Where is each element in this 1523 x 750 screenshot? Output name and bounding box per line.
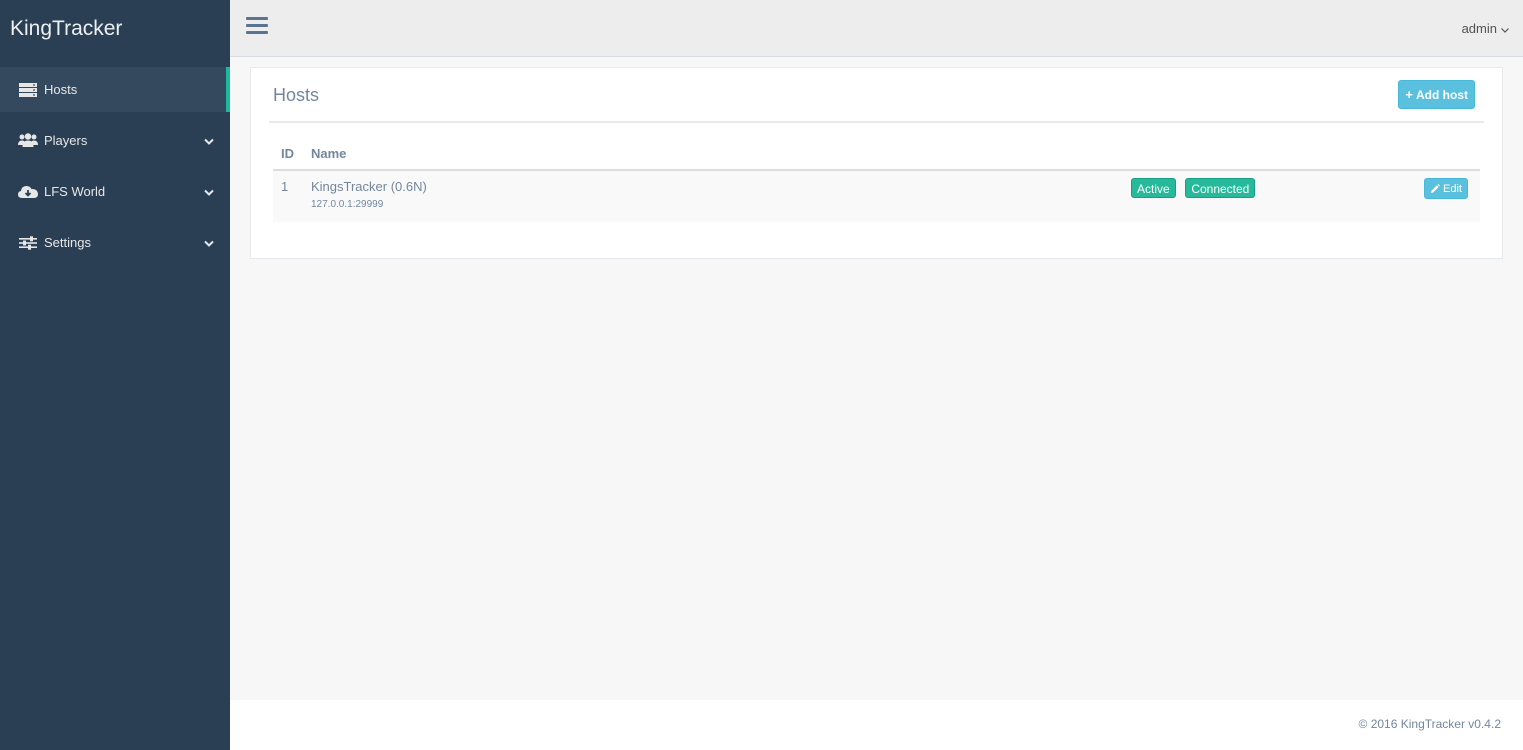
column-header-status: [1123, 138, 1372, 171]
cloud-download-icon: [18, 184, 38, 200]
users-icon: [18, 133, 38, 149]
sidebar-item-label: LFS World: [44, 184, 106, 199]
host-address: 127.0.0.1:29999: [311, 199, 384, 210]
panel-divider: [269, 121, 1484, 123]
sidebar-item-lfs-world[interactable]: LFS World: [0, 169, 230, 214]
column-header-actions: [1371, 138, 1480, 171]
sidebar-item-players[interactable]: Players: [0, 118, 230, 163]
host-name: KingsTracker (0.6N): [311, 179, 427, 194]
footer-copyright: © 2016 KingTracker v0.4.2: [1358, 717, 1501, 731]
hosts-panel: Hosts + Add host ID Name 1 KingsTracker …: [250, 67, 1503, 259]
plus-icon: +: [1405, 87, 1413, 102]
page-title: Hosts: [273, 85, 320, 105]
sidebar-item-hosts[interactable]: Hosts: [0, 67, 230, 112]
column-header-id: ID: [273, 138, 303, 171]
sliders-icon: [18, 235, 38, 251]
chevron-down-icon: [204, 184, 214, 199]
sidebar-item-label: Players: [44, 133, 88, 148]
sidebar: KingTracker Hosts Players LFS World Sett…: [0, 0, 230, 750]
hamburger-icon[interactable]: [246, 17, 268, 37]
user-name: admin: [1461, 21, 1497, 36]
host-actions-cell: Edit: [1371, 170, 1480, 222]
footer: © 2016 KingTracker v0.4.2: [230, 700, 1523, 750]
sidebar-menu: Hosts Players LFS World Settings: [0, 67, 230, 265]
status-badge-active: Active: [1131, 178, 1176, 198]
host-id: 1: [273, 170, 303, 222]
host-status-cell: Active Connected: [1123, 170, 1372, 222]
add-host-label: Add host: [1416, 87, 1468, 102]
user-menu[interactable]: admin: [1462, 21, 1509, 36]
pencil-icon: [1431, 183, 1441, 193]
server-icon: [18, 82, 38, 98]
sidebar-item-label: Hosts: [44, 82, 78, 97]
chevron-down-icon: [1501, 21, 1509, 36]
edit-host-button[interactable]: Edit: [1424, 178, 1468, 199]
top-nav: admin: [230, 0, 1523, 57]
app-brand[interactable]: KingTracker: [0, 0, 230, 57]
host-name-cell: KingsTracker (0.6N) 127.0.0.1:29999: [303, 170, 1123, 222]
hosts-table: ID Name 1 KingsTracker (0.6N) 127.0.0.1:…: [273, 138, 1480, 222]
edit-label: Edit: [1443, 182, 1462, 195]
chevron-down-icon: [204, 235, 214, 250]
status-badge-connected: Connected: [1185, 178, 1256, 198]
add-host-button[interactable]: + Add host: [1398, 80, 1475, 109]
table-row: 1 KingsTracker (0.6N) 127.0.0.1:29999 Ac…: [273, 170, 1480, 222]
chevron-down-icon: [204, 133, 214, 148]
sidebar-item-settings[interactable]: Settings: [0, 220, 230, 265]
table-header-row: ID Name: [273, 138, 1480, 171]
sidebar-item-label: Settings: [44, 235, 91, 250]
column-header-name: Name: [303, 138, 1123, 171]
